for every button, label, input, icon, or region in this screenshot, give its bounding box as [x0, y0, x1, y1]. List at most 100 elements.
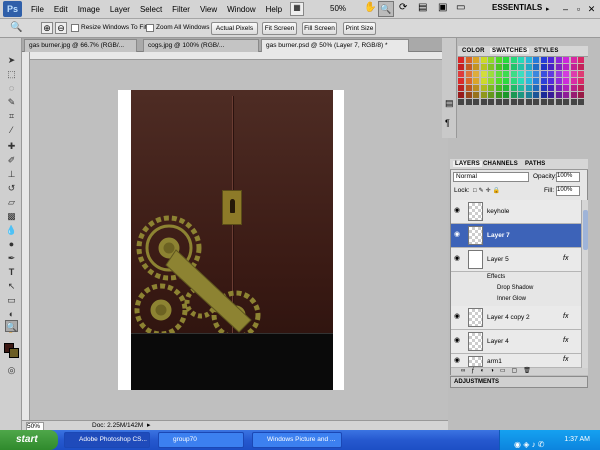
- swatch[interactable]: [525, 57, 532, 63]
- layer-row[interactable]: ◉ arm1 fx: [451, 354, 581, 368]
- tab-gas-burner-psd[interactable]: gas burner.psd @ 50% (Layer 7, RGB/8) *: [261, 39, 409, 52]
- blend-mode-select[interactable]: Normal: [453, 172, 529, 182]
- swatch[interactable]: [510, 92, 517, 98]
- layer-actions-bar[interactable]: ∞ƒ◐◑▭▢🗑: [451, 368, 588, 375]
- visibility-eye-icon[interactable]: ◉: [454, 313, 462, 320]
- background-color-swatch[interactable]: [9, 348, 19, 358]
- swatch[interactable]: [578, 57, 584, 63]
- paragraph-panel-icon[interactable]: ¶: [445, 118, 450, 128]
- fx-icon[interactable]: fx: [563, 337, 568, 344]
- swatch[interactable]: [555, 57, 562, 63]
- swatch[interactable]: [540, 92, 547, 98]
- swatch[interactable]: [458, 71, 464, 77]
- type-tool-icon[interactable]: T: [5, 266, 18, 278]
- swatch[interactable]: [488, 92, 494, 98]
- healing-brush-tool-icon[interactable]: ✚: [5, 140, 18, 152]
- swatch[interactable]: [518, 57, 524, 63]
- swatch[interactable]: [473, 71, 479, 77]
- blur-tool-icon[interactable]: 💧: [5, 224, 18, 236]
- swatch[interactable]: [563, 78, 569, 84]
- layers-scrollbar[interactable]: [581, 200, 588, 368]
- taskbar-photoshop[interactable]: Adobe Photoshop CS...: [64, 432, 150, 448]
- resize-windows-checkbox[interactable]: [71, 24, 79, 32]
- swatch[interactable]: [518, 92, 524, 98]
- eraser-tool-icon[interactable]: ▱: [5, 196, 18, 208]
- opacity-input[interactable]: 100%: [556, 172, 580, 182]
- zoom-out-icon[interactable]: ⊖: [55, 22, 67, 34]
- tray-icons[interactable]: ◉ ◈ ♪ ✆: [514, 435, 545, 450]
- quick-mask-icon[interactable]: ◎: [5, 364, 18, 376]
- swatch[interactable]: [540, 71, 547, 77]
- effects-header[interactable]: Effects: [451, 272, 581, 283]
- swatch[interactable]: [488, 78, 494, 84]
- swatch[interactable]: [563, 85, 569, 91]
- swatch[interactable]: [563, 99, 569, 105]
- swatch[interactable]: [518, 78, 524, 84]
- swatch[interactable]: [555, 64, 562, 70]
- clone-stamp-tool-icon[interactable]: ⊥: [5, 168, 18, 180]
- swatch[interactable]: [555, 78, 562, 84]
- swatch[interactable]: [555, 99, 562, 105]
- swatch[interactable]: [458, 57, 464, 63]
- layer-row[interactable]: ◉ keyhole: [451, 200, 581, 224]
- swatch[interactable]: [578, 71, 584, 77]
- swatch[interactable]: [465, 92, 472, 98]
- swatch[interactable]: [548, 85, 554, 91]
- swatch[interactable]: [488, 64, 494, 70]
- menu-help[interactable]: Help: [261, 5, 287, 14]
- swatch[interactable]: [518, 99, 524, 105]
- swatch[interactable]: [518, 85, 524, 91]
- visibility-eye-icon[interactable]: ◉: [454, 207, 462, 214]
- move-tool-icon[interactable]: ➤: [5, 54, 18, 66]
- swatch[interactable]: [533, 85, 539, 91]
- restore-icon[interactable]: ▫: [573, 4, 584, 15]
- fx-icon[interactable]: fx: [563, 255, 568, 262]
- shape-tool-icon[interactable]: ▭: [5, 294, 18, 306]
- swatch[interactable]: [488, 99, 494, 105]
- swatch[interactable]: [465, 57, 472, 63]
- gradient-tool-icon[interactable]: ▩: [5, 210, 18, 222]
- swatch[interactable]: [473, 85, 479, 91]
- swatch[interactable]: [525, 92, 532, 98]
- screen-mode-icon[interactable]: ▭: [456, 2, 465, 13]
- brush-tool-icon[interactable]: ✐: [5, 154, 18, 166]
- visibility-eye-icon[interactable]: ◉: [454, 337, 462, 344]
- dodge-tool-icon[interactable]: ●: [5, 238, 18, 250]
- swatch[interactable]: [503, 85, 509, 91]
- swatch[interactable]: [480, 99, 487, 105]
- swatch[interactable]: [458, 64, 464, 70]
- swatch[interactable]: [503, 71, 509, 77]
- menu-edit[interactable]: Edit: [49, 5, 73, 14]
- menu-image[interactable]: Image: [73, 5, 105, 14]
- swatch[interactable]: [570, 92, 577, 98]
- visibility-eye-icon[interactable]: ◉: [454, 357, 462, 364]
- swatch[interactable]: [473, 64, 479, 70]
- swatch[interactable]: [480, 64, 487, 70]
- status-menu-icon[interactable]: ▸: [147, 421, 151, 429]
- swatch[interactable]: [570, 78, 577, 84]
- marquee-tool-icon[interactable]: ⬚: [5, 68, 18, 80]
- menu-filter[interactable]: Filter: [167, 5, 195, 14]
- swatch[interactable]: [495, 64, 502, 70]
- bridge-icon[interactable]: ▦: [290, 2, 304, 16]
- swatch[interactable]: [480, 57, 487, 63]
- path-select-tool-icon[interactable]: ↖: [5, 280, 18, 292]
- swatch[interactable]: [503, 99, 509, 105]
- swatch[interactable]: [495, 99, 502, 105]
- swatch[interactable]: [548, 78, 554, 84]
- tab-layers[interactable]: LAYERS: [453, 161, 482, 167]
- swatch[interactable]: [495, 78, 502, 84]
- menu-layer[interactable]: Layer: [105, 5, 135, 14]
- actual-pixels-button[interactable]: Actual Pixels: [211, 22, 258, 35]
- swatch[interactable]: [473, 57, 479, 63]
- swatch[interactable]: [488, 71, 494, 77]
- hand-tool-icon[interactable]: ✋: [364, 2, 376, 13]
- pen-tool-icon[interactable]: ✒: [5, 252, 18, 264]
- visibility-eye-icon[interactable]: ◉: [454, 231, 462, 238]
- swatch[interactable]: [548, 57, 554, 63]
- zoom-tool-icon[interactable]: 🔍: [378, 1, 394, 17]
- swatch[interactable]: [540, 57, 547, 63]
- swatch[interactable]: [540, 64, 547, 70]
- layer-row[interactable]: ◉ Layer 5 fx: [451, 248, 581, 272]
- crop-tool-icon[interactable]: ⌗: [5, 110, 18, 122]
